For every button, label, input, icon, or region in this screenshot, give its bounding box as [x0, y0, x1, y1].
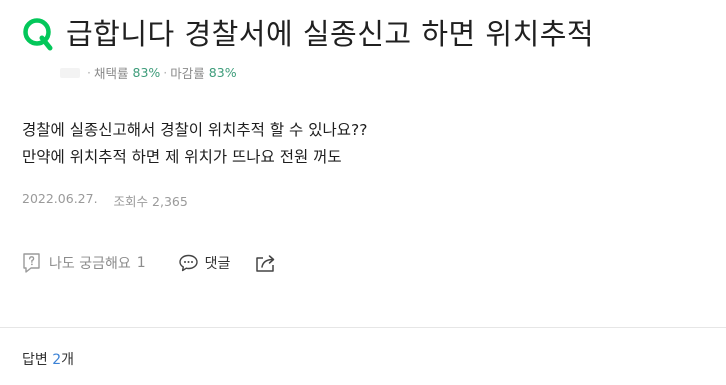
curious-label: 나도 궁금해요: [49, 256, 131, 272]
share-icon: [254, 253, 278, 273]
share-button[interactable]: [254, 253, 278, 273]
answers-suffix: 개: [61, 352, 75, 368]
question-doc-icon: [22, 252, 49, 274]
adoption-rate: 83%: [132, 65, 161, 80]
meta-separator: ·: [163, 65, 168, 80]
comment-button[interactable]: 댓글: [178, 253, 231, 273]
section-divider: [0, 327, 726, 328]
answers-count: 2: [52, 352, 62, 368]
action-bar: 나도 궁금해요 1 댓글: [22, 252, 278, 274]
question-body-line: 만약에 위치추적 하면 제 위치가 뜨나요 전원 꺼도: [22, 148, 342, 166]
curious-count: 1: [136, 255, 146, 271]
meta-separator: ·: [87, 65, 91, 80]
question-body: 경찰에 실종신고해서 경찰이 위치추적 할 수 있나요?? 만약에 위치추적 하…: [22, 117, 367, 171]
speech-bubble-icon: [178, 253, 205, 273]
comment-label: 댓글: [204, 256, 231, 272]
question-title-row: 급합니다 경찰서에 실종신고 하면 위치추적: [22, 14, 594, 54]
adoption-label: 채택률: [93, 66, 129, 81]
answers-label: 답변: [22, 352, 48, 368]
view-count: 조회수 2,365: [113, 194, 188, 209]
author-meta: · 채택률 83% · 마감률 83%: [60, 63, 237, 82]
curious-button[interactable]: 나도 궁금해요 1: [22, 252, 146, 274]
author-name-blurred[interactable]: [60, 67, 80, 78]
deadline-label: 마감률: [170, 66, 205, 81]
question-body-line: 경찰에 실종신고해서 경찰이 위치추적 할 수 있나요??: [22, 121, 368, 139]
deadline-rate: 83%: [208, 65, 237, 80]
q-icon: [22, 16, 54, 52]
question-title: 급합니다 경찰서에 실종신고 하면 위치추적: [66, 17, 595, 51]
answers-header: 답변 2개: [22, 349, 74, 369]
question-info: 2022.06.27. 조회수 2,365: [22, 191, 188, 210]
post-date: 2022.06.27.: [22, 191, 98, 206]
